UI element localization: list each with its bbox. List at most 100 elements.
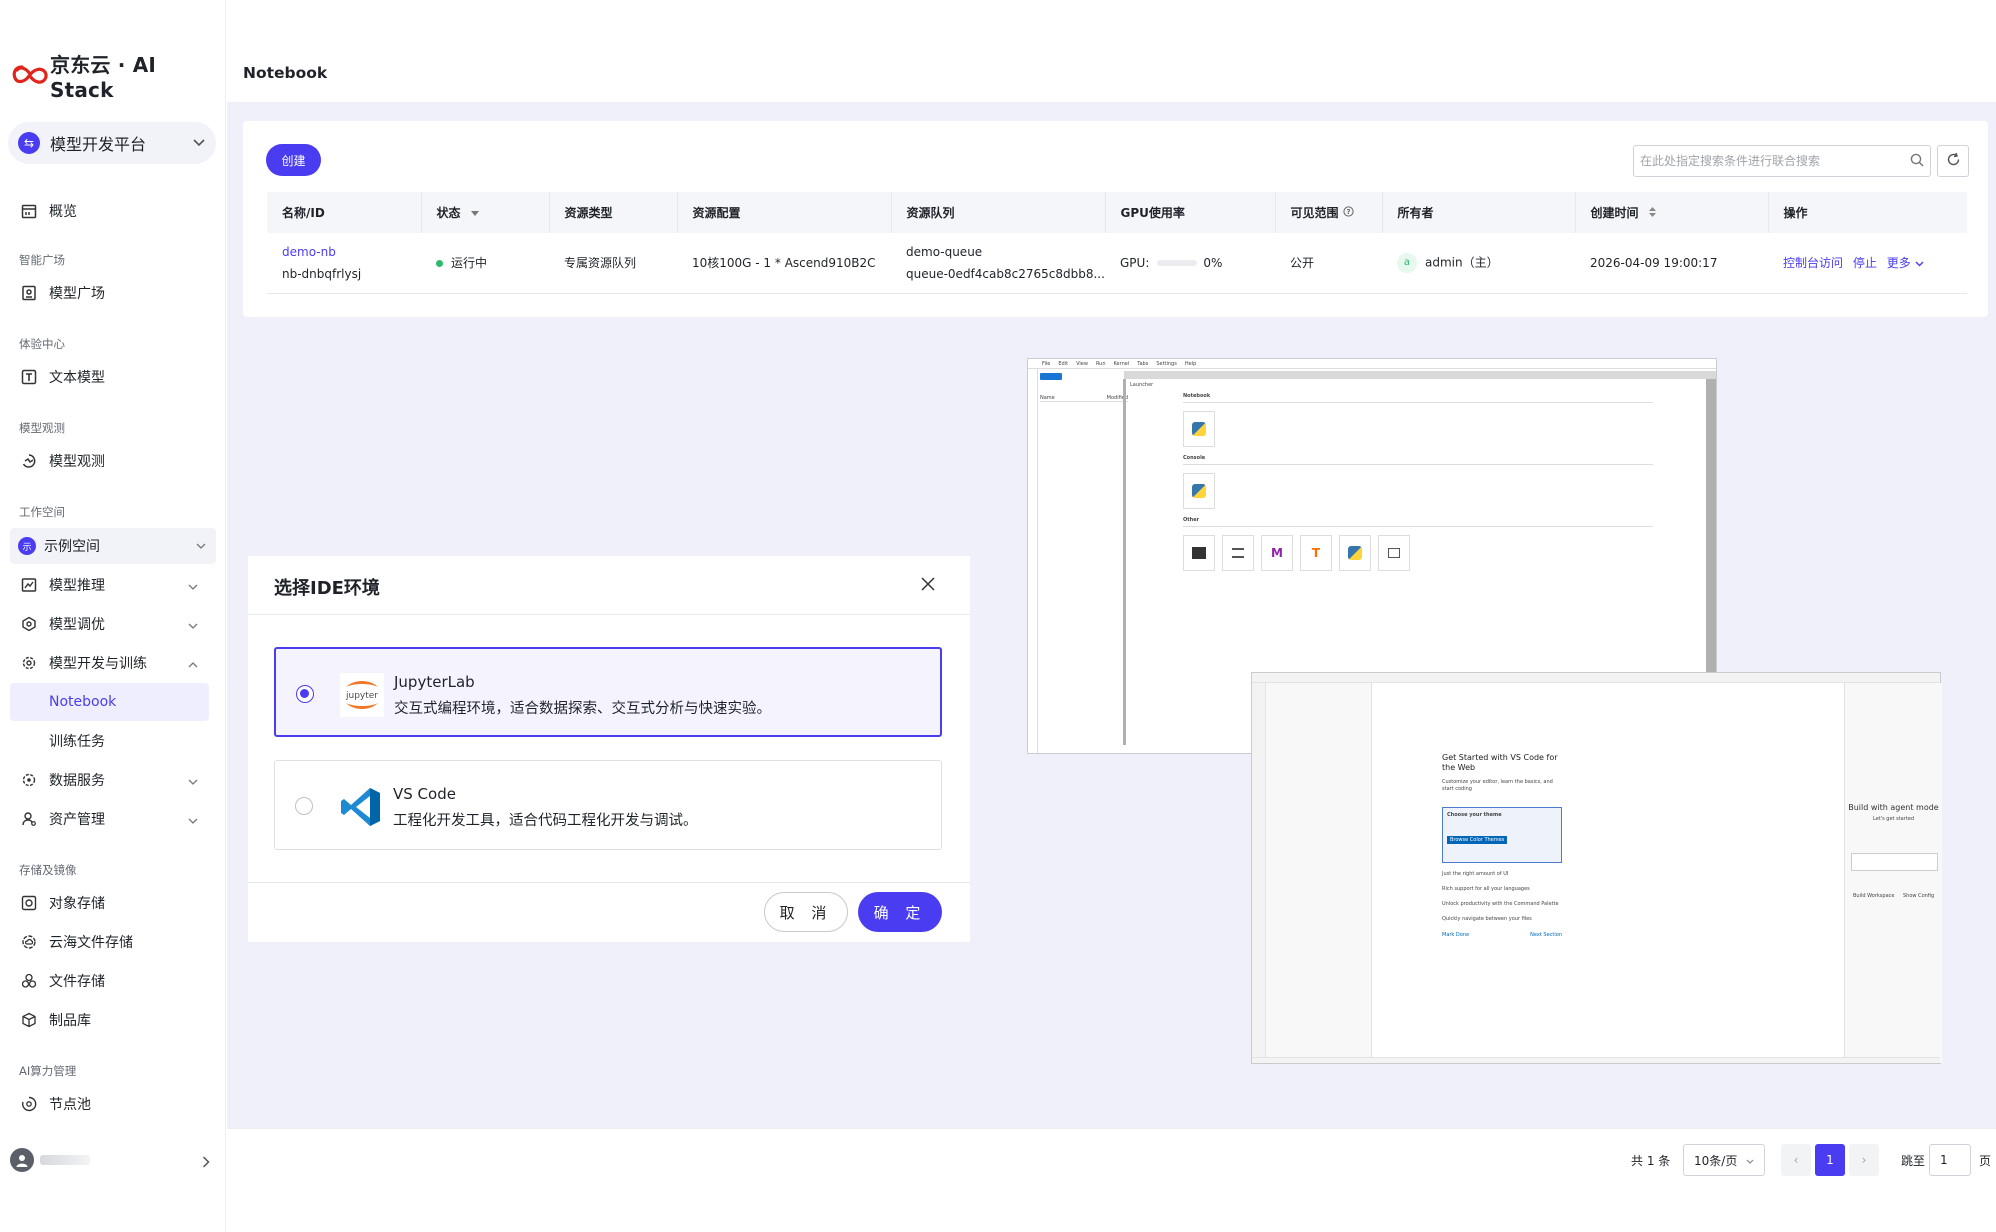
sidebar-item-dev-train[interactable]: 模型开发与训练	[10, 644, 210, 682]
search-icon[interactable]	[1910, 152, 1924, 171]
step-label: Just the right amount of UI	[1442, 871, 1509, 877]
refresh-button[interactable]	[1937, 145, 1969, 177]
create-button[interactable]: 创建	[266, 144, 321, 176]
sidebar-item-label: 数据服务	[49, 773, 105, 789]
chevron-down-icon	[188, 773, 198, 789]
sidebar-item-notebook[interactable]: Notebook	[10, 683, 209, 721]
section-label: 智能广场	[19, 253, 65, 267]
option-vscode[interactable]: VS Code 工程化开发工具，适合代码工程化开发与调试。	[274, 760, 942, 850]
platform-switcher[interactable]: ⇆ 模型开发平台	[8, 122, 216, 164]
sidebar-item-node-pool[interactable]: 节点池	[10, 1085, 210, 1123]
sidebar-item-overview[interactable]: 概览	[10, 192, 210, 230]
sidebar-item-asset[interactable]: 资产管理	[10, 800, 210, 838]
col-visibility-label: 可见范围	[1290, 206, 1339, 220]
terminal-icon	[1192, 547, 1206, 559]
prev-page-button[interactable]: ‹	[1781, 1144, 1811, 1176]
stop-link[interactable]: 停止	[1853, 256, 1877, 270]
queue-id: queue-0edf4cab8c2765c8dbb8...	[906, 266, 1105, 281]
tensorboard-tile: T	[1300, 535, 1332, 571]
sidebar-item-artifact[interactable]: 制品库	[10, 1001, 210, 1039]
agent-mode-title: Build with agent mode	[1848, 803, 1939, 812]
launcher-section-console: Console	[1183, 455, 1653, 509]
option-name: JupyterLab	[394, 673, 475, 691]
search-input[interactable]	[1640, 154, 1910, 168]
col-status[interactable]: 状态	[421, 192, 550, 233]
sidebar-item-model-market[interactable]: 模型广场	[10, 274, 210, 312]
sidebar-item-text-model[interactable]: 文本模型	[10, 358, 210, 396]
browse-themes-button: Browse Color Themes	[1447, 836, 1508, 844]
sidebar-item-file-storage[interactable]: 文件存储	[10, 962, 210, 1000]
cell-status: 运行中	[421, 233, 549, 294]
text-file-icon	[1232, 548, 1244, 558]
vscode-titlebar	[1252, 673, 1940, 683]
sidebar-item-tuning[interactable]: 模型调优	[10, 605, 210, 643]
text-file-tile	[1222, 535, 1254, 571]
sidebar-item-data-service[interactable]: 数据服务	[10, 761, 210, 799]
option-name: VS Code	[393, 785, 456, 803]
vscode-radio[interactable]	[295, 797, 313, 815]
jump-input-wrap: 1	[1929, 1144, 1971, 1176]
cancel-button[interactable]: 取 消	[764, 892, 848, 932]
jump-input[interactable]: 1	[1929, 1144, 1971, 1176]
step-label: Choose your theme	[1447, 812, 1502, 818]
col-visibility: 可见范围 ?	[1275, 192, 1383, 233]
observe-icon	[20, 452, 38, 470]
sidebar-item-model-observe[interactable]: 模型观测	[10, 442, 210, 480]
step-actions: Mark Done Next Section	[1442, 932, 1562, 938]
terminal-tile	[1183, 535, 1215, 571]
menu-item: Tabs	[1137, 360, 1149, 367]
console-access-link[interactable]: 控制台访问	[1783, 256, 1843, 270]
sidebar-item-label: Notebook	[49, 694, 117, 710]
file-browser-header: Name Modified	[1040, 395, 1128, 402]
sidebar-item-cloud-fs[interactable]: 云海文件存储	[10, 923, 210, 961]
brand-logo[interactable]: 京东云 · AI Stack	[12, 53, 225, 102]
chevron-down-icon	[194, 539, 208, 553]
close-icon[interactable]	[918, 574, 938, 594]
sidebar-item-inference[interactable]: 模型推理	[10, 566, 210, 604]
jdcloud-logo-icon	[12, 64, 48, 86]
col-gpu: GPU使用率	[1105, 192, 1276, 233]
option-jupyterlab[interactable]: jupyter JupyterLab 交互式编程环境，适合数据探索、交互式分析与…	[274, 647, 942, 737]
next-page-button[interactable]: ›	[1849, 1144, 1879, 1176]
refresh-icon	[1946, 152, 1961, 171]
confirm-button[interactable]: 确 定	[858, 892, 942, 932]
markdown-icon: M	[1271, 546, 1283, 560]
cell-name: demo-nb nb-dnbqfrlysj	[267, 233, 421, 294]
vscode-preview-image: Build with agent mode Let's get started …	[1251, 672, 1942, 1064]
launcher-section-notebook: Notebook	[1183, 393, 1653, 447]
chevron-down-icon	[188, 578, 198, 594]
workspace-switcher[interactable]: 示 示例空间	[10, 528, 216, 564]
divider	[248, 614, 970, 615]
filter-icon[interactable]	[470, 206, 479, 220]
svg-text:?: ?	[1346, 208, 1350, 216]
menu-item: File	[1042, 360, 1051, 367]
page-1-button[interactable]: 1	[1815, 1144, 1845, 1176]
sidebar-item-object-storage[interactable]: 对象存储	[10, 884, 210, 922]
notebook-name-link[interactable]: demo-nb	[282, 245, 421, 259]
chevron-down-icon	[1746, 1153, 1754, 1167]
python-kernel-tile	[1183, 411, 1215, 447]
workspace-label: 示例空间	[44, 539, 100, 555]
sort-icon[interactable]	[1648, 206, 1656, 220]
page-size-select[interactable]: 10条/页	[1683, 1144, 1765, 1176]
other-tiles: M T	[1183, 535, 1653, 571]
jupyter-logo-icon: jupyter	[340, 673, 384, 717]
brand-name: 京东云 · AI Stack	[50, 52, 157, 102]
cell-resource-config: 10核100G - 1 * Ascend910B2C	[677, 233, 891, 294]
mark-done-link: Mark Done	[1442, 932, 1470, 938]
cell-queue: demo-queue queue-0edf4cab8c2765c8dbb8...	[891, 233, 1105, 294]
sidebar-item-label: 文本模型	[49, 370, 105, 386]
sidebar-item-label: 制品库	[49, 1013, 91, 1029]
launcher-tab: Launcher	[1126, 382, 1174, 390]
col-created[interactable]: 创建时间	[1575, 192, 1769, 233]
section-label: 体验中心	[19, 337, 65, 351]
chevron-down-icon	[188, 812, 198, 828]
cell-visibility: 公开	[1275, 233, 1382, 294]
vscode-chat-panel: Build with agent mode Let's get started …	[1844, 683, 1942, 1063]
sidebar-item-train-task[interactable]: 训练任务	[10, 722, 210, 760]
help-icon[interactable]: ?	[1343, 206, 1354, 220]
user-menu[interactable]	[10, 1148, 210, 1172]
jupyterlab-radio[interactable]	[296, 685, 314, 703]
menu-item: View	[1076, 360, 1088, 367]
more-link[interactable]: 更多	[1887, 256, 1924, 270]
